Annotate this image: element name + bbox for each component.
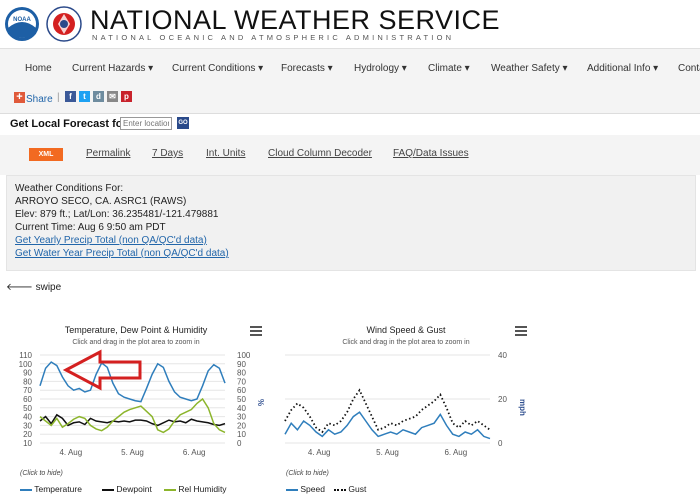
nav-additional-info[interactable]: Additional Info ▾ [587, 63, 658, 74]
int-units-link[interactable]: Int. Units [206, 148, 245, 159]
y-tick-label: 20 [23, 430, 32, 439]
swipe-label: swipe [35, 282, 62, 293]
faq-data-issues-link[interactable]: FAQ/Data Issues [393, 148, 469, 159]
y-tick-label: 80 [23, 377, 32, 386]
y-tick-label: 10 [23, 439, 32, 448]
permalink-link[interactable]: Permalink [86, 148, 130, 159]
nav-weather-safety[interactable]: Weather Safety ▾ [491, 63, 568, 74]
x-tick-label: 6. Aug [183, 448, 206, 457]
y2-tick-label: 20 [237, 421, 246, 430]
noaa-logo[interactable]: NOAA [4, 6, 40, 42]
temperature-chart-plot[interactable]: 1020304050607080901001100102030405060708… [0, 345, 270, 460]
nav-hydrology[interactable]: Hydrology ▾ [354, 63, 407, 74]
annotation-arrow [62, 349, 142, 391]
seven-days-link[interactable]: 7 Days [152, 148, 183, 159]
twitter-icon[interactable]: t [79, 91, 90, 102]
y-tick-label: 50 [23, 404, 32, 413]
nav-contact[interactable]: Conta [678, 63, 700, 74]
arrow-left-icon: 🡐 [6, 282, 33, 293]
cloud-column-decoder-link[interactable]: Cloud Column Decoder [268, 148, 372, 159]
x-tick-label: 6. Aug [444, 448, 467, 457]
y2-tick-label: 60 [237, 386, 246, 395]
nav-forecasts[interactable]: Forecasts ▾ [281, 63, 333, 74]
local-forecast-label: Get Local Forecast for: [10, 118, 131, 130]
xml-button[interactable]: XML [29, 148, 63, 161]
chart2-menu-icon[interactable] [515, 326, 527, 336]
y2-tick-label: 40 [237, 404, 246, 413]
y-tick-label: 30 [23, 421, 32, 430]
x-tick-label: 5. Aug [121, 448, 144, 457]
water-year-precip-link[interactable]: Get Water Year Precip Total (non QA/QC'd… [15, 248, 229, 259]
main-nav: Home Current Hazards ▾ Current Condition… [0, 48, 700, 90]
y2-tick-label: 80 [237, 369, 246, 378]
site-title: NATIONAL WEATHER SERVICE [90, 5, 501, 35]
y-tick-label: 40 [498, 351, 507, 360]
chart1-menu-icon[interactable] [250, 326, 262, 336]
x-tick-label: 4. Aug [308, 448, 331, 457]
series-line-gust [284, 388, 491, 434]
chart2-title: Wind Speed & Gust [366, 325, 446, 335]
y-tick-label: 90 [23, 369, 32, 378]
y-tick-label: 70 [23, 386, 32, 395]
share-divider: | [57, 92, 60, 103]
location-input[interactable] [120, 117, 172, 130]
station-elevation: Elev: 879 ft.; Lat/Lon: 36.235481/-121.4… [15, 209, 219, 220]
y2-tick-label: 90 [237, 360, 246, 369]
noaa-logo-text: NOAA [13, 17, 31, 23]
email-icon[interactable]: ✉ [107, 91, 118, 102]
y-tick-label: 0 [498, 439, 503, 448]
y-tick-label: 100 [19, 360, 33, 369]
weather-conditions-panel: Weather Conditions For: ARROYO SECO, CA.… [6, 175, 696, 271]
wind-chart-plot[interactable]: 0 20 40 4. Aug 5. Aug 6. Aug mph [270, 345, 540, 460]
y-axis-label: mph [518, 399, 527, 416]
swipe-hint[interactable]: 🡐 swipe [6, 281, 61, 293]
go-button[interactable]: GO [177, 117, 189, 129]
x-tick-label: 4. Aug [59, 448, 82, 457]
nav-current-conditions[interactable]: Current Conditions ▾ [172, 63, 263, 74]
share-plus-icon[interactable]: + [14, 92, 25, 103]
current-time: Current Time: Aug 6 9:50 am PDT [15, 222, 166, 233]
y-tick-label: 40 [23, 413, 32, 422]
nav-home[interactable]: Home [25, 63, 52, 74]
y-tick-label: 20 [498, 395, 507, 404]
site-header: NOAA NATIONAL WEATHER SERVICE NATIONAL O… [0, 0, 700, 48]
station-links-bar: XML Permalink 7 Days Int. Units Cloud Co… [0, 135, 700, 175]
chart1-title: Temperature, Dew Point & Humidity [64, 325, 208, 335]
facebook-icon[interactable]: f [65, 91, 76, 102]
pinterest-icon[interactable]: p [121, 91, 132, 102]
series-line-speed [284, 411, 491, 440]
local-forecast-bar: Get Local Forecast for: GO [0, 113, 700, 136]
conditions-heading: Weather Conditions For: [15, 183, 124, 194]
nav-climate[interactable]: Climate ▾ [428, 63, 470, 74]
share-bar: + Share | f t d ✉ p [0, 89, 700, 113]
y2-tick-label: 30 [237, 413, 246, 422]
y2-tick-label: 50 [237, 395, 246, 404]
y2-axis-label: % [256, 399, 265, 406]
chart2-click-hint: (Click to hide) [286, 470, 329, 477]
y2-tick-label: 0 [237, 439, 242, 448]
chart1-click-hint: (Click to hide) [20, 470, 63, 477]
series-line-rel-humidity [39, 397, 226, 434]
yearly-precip-link[interactable]: Get Yearly Precip Total (non QA/QC'd dat… [15, 235, 207, 246]
nws-logo[interactable] [46, 6, 82, 42]
site-subtitle: NATIONAL OCEANIC AND ATMOSPHERIC ADMINIS… [92, 33, 455, 42]
digg-icon[interactable]: d [93, 91, 104, 102]
y-tick-label: 60 [23, 395, 32, 404]
x-tick-label: 5. Aug [376, 448, 399, 457]
y-tick-label: 110 [19, 351, 32, 360]
share-link[interactable]: Share [26, 94, 53, 105]
y2-tick-label: 10 [237, 430, 246, 439]
nav-current-hazards[interactable]: Current Hazards ▾ [72, 63, 153, 74]
station-name: ARROYO SECO, CA. ASRC1 (RAWS) [15, 196, 187, 207]
y2-tick-label: 70 [237, 377, 246, 386]
y2-tick-label: 100 [237, 351, 251, 360]
